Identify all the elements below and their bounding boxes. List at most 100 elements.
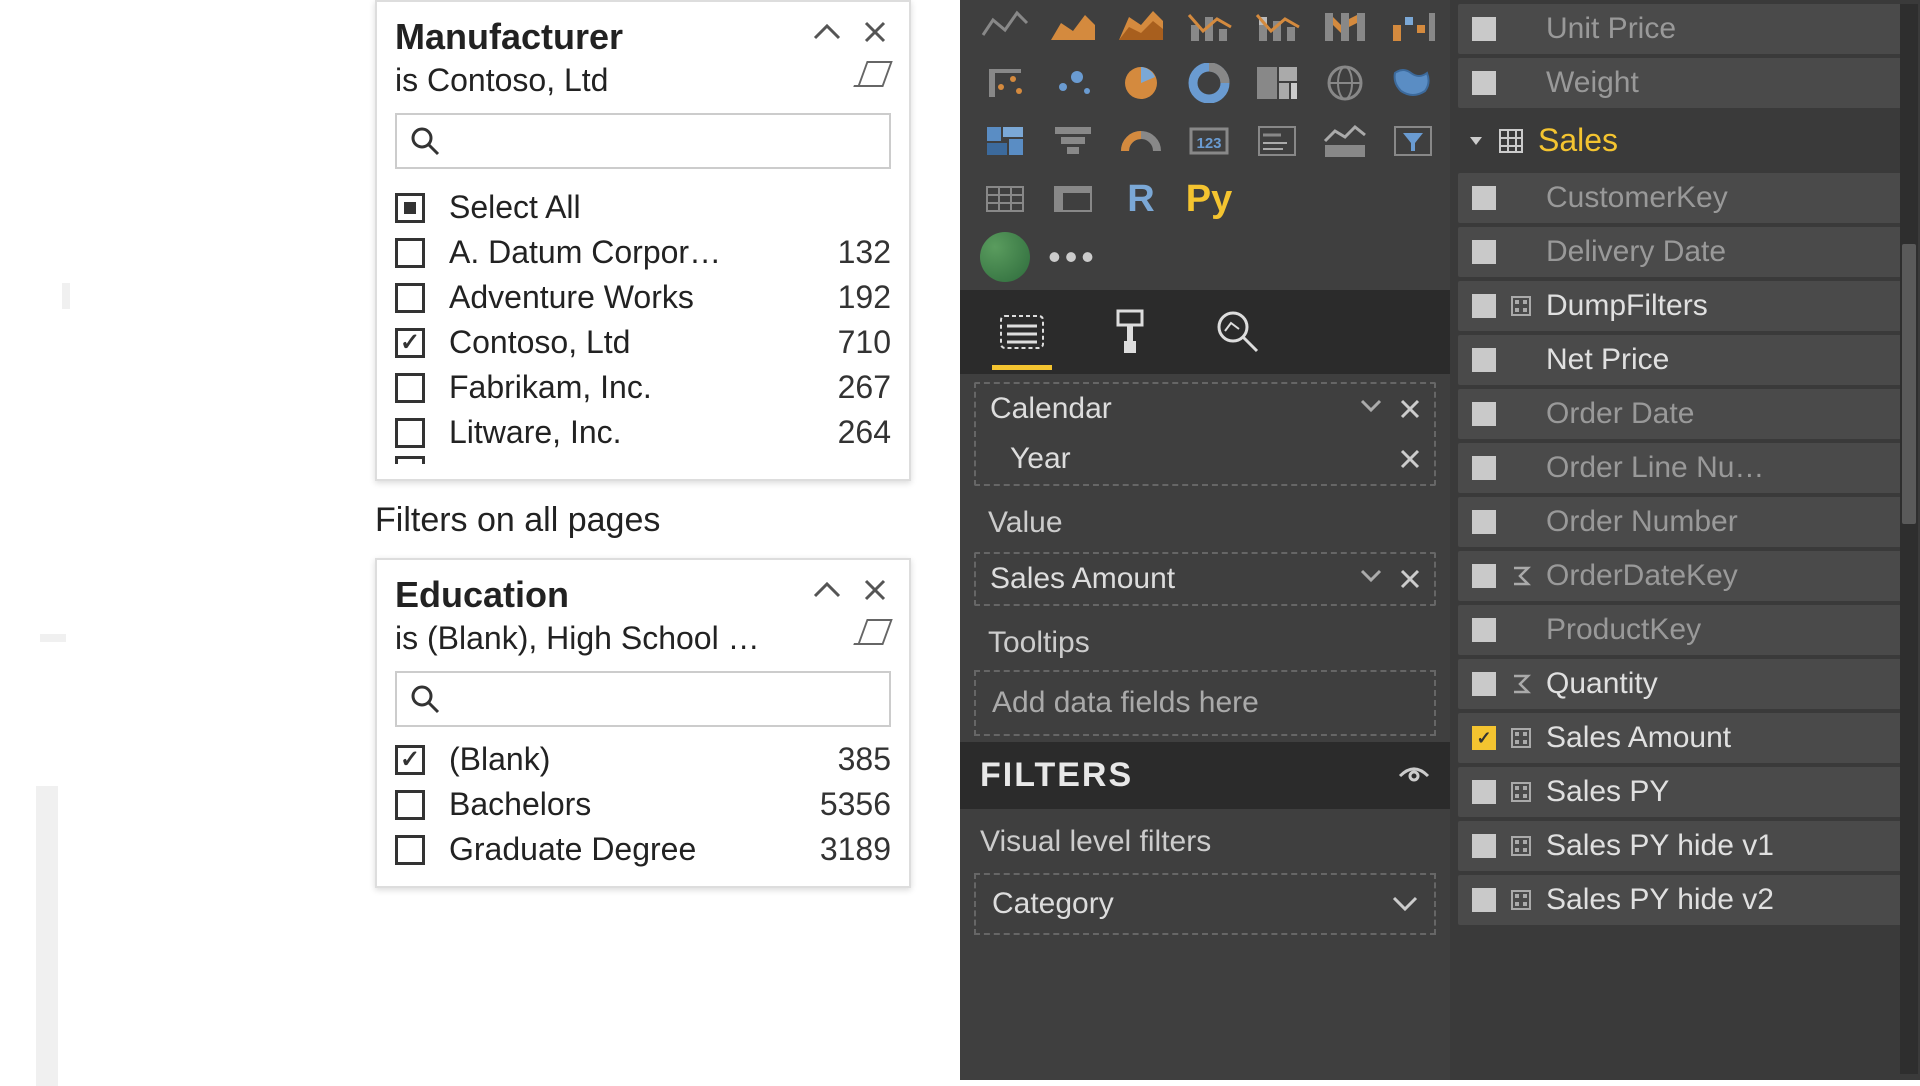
well-item-calendar[interactable]: Calendar [976,384,1434,434]
field-item[interactable]: ✓Sales Amount [1458,713,1912,763]
checkbox[interactable] [395,373,425,403]
close-icon[interactable] [1400,569,1420,589]
eraser-icon[interactable] [859,616,891,648]
field-item[interactable]: CustomerKey [1458,173,1912,223]
viz-r-script-icon[interactable]: R [1110,174,1172,224]
field-checkbox[interactable] [1472,240,1496,264]
viz-filled-map-icon[interactable] [1382,58,1444,108]
field-checkbox[interactable] [1472,17,1496,41]
tab-fields-icon[interactable] [992,304,1052,360]
checkbox[interactable] [395,283,425,313]
field-checkbox[interactable] [1472,186,1496,210]
viz-matrix-icon[interactable] [1042,174,1104,224]
filter-item[interactable]: (Blank) 385 [395,743,891,782]
field-checkbox[interactable] [1472,348,1496,372]
viz-shape-map-icon[interactable] [974,116,1036,166]
viz-stacked-area-chart-icon[interactable] [1110,0,1172,50]
viz-donut-chart-icon[interactable] [1178,58,1240,108]
viz-combo-chart-icon[interactable] [1178,0,1240,50]
viz-combo-stacked-icon[interactable] [1246,0,1308,50]
viz-more-icon[interactable]: ••• [1042,232,1104,282]
filter-select-all[interactable]: Select All [395,185,891,230]
viz-kpi-icon[interactable] [1314,116,1376,166]
viz-pie-chart-icon[interactable] [1110,58,1172,108]
well-item-year[interactable]: Year [976,434,1434,484]
checkbox-checked[interactable] [395,328,425,358]
search-field[interactable] [449,683,877,715]
filter-item[interactable]: A. Datum Corpor… 132 [395,230,891,275]
field-item[interactable]: Quantity [1458,659,1912,709]
search-field[interactable] [449,125,877,157]
checkbox-select-all[interactable] [395,193,425,223]
field-item[interactable]: DumpFilters [1458,281,1912,331]
field-checkbox[interactable] [1472,888,1496,912]
field-item[interactable]: Sales PY hide v2 [1458,875,1912,925]
filter-item-truncated[interactable] [395,455,891,465]
close-icon[interactable] [859,16,891,48]
field-item[interactable]: Sales PY [1458,767,1912,817]
field-checkbox[interactable] [1472,456,1496,480]
chevron-down-icon[interactable] [1360,399,1382,413]
well-item-sales-amount[interactable]: Sales Amount [976,554,1434,604]
eye-icon[interactable] [1398,764,1430,788]
selection-handle[interactable] [40,634,66,642]
tab-analytics-icon[interactable] [1208,304,1268,360]
scrollbar[interactable] [1900,4,1918,1074]
table-header-sales[interactable]: Sales [1450,112,1920,169]
viz-area-chart-icon[interactable] [1042,0,1104,50]
checkbox[interactable] [395,790,425,820]
field-item[interactable]: ProductKey [1458,605,1912,655]
checkbox[interactable] [395,238,425,268]
viz-line-chart-icon[interactable] [974,0,1036,50]
field-item[interactable]: Weight [1458,58,1912,108]
field-checkbox[interactable] [1472,402,1496,426]
filter-item[interactable]: Contoso, Ltd 710 [395,320,891,365]
field-checkbox[interactable] [1472,564,1496,588]
field-item[interactable]: Order Date [1458,389,1912,439]
viz-table-icon[interactable] [974,174,1036,224]
field-checkbox[interactable]: ✓ [1472,726,1496,750]
filter-slot-category[interactable]: Category [974,873,1436,935]
viz-ribbon-chart-icon[interactable] [1314,0,1376,50]
field-item[interactable]: Order Line Nu… [1458,443,1912,493]
close-icon[interactable] [859,574,891,606]
filters-section-header[interactable]: FILTERS [960,742,1450,809]
field-item[interactable]: Net Price [1458,335,1912,385]
well-tooltips-placeholder[interactable]: Add data fields here [974,670,1436,736]
viz-treemap-icon[interactable] [1246,58,1308,108]
field-checkbox[interactable] [1472,71,1496,95]
tab-format-icon[interactable] [1100,304,1160,360]
collapse-arrow-icon[interactable] [1468,133,1484,149]
viz-multi-row-card-icon[interactable] [1246,116,1308,166]
collapse-icon[interactable] [811,16,843,48]
field-item[interactable]: Delivery Date [1458,227,1912,277]
filter-item[interactable]: Adventure Works 192 [395,275,891,320]
collapse-icon[interactable] [811,574,843,606]
checkbox[interactable] [395,456,425,464]
field-checkbox[interactable] [1472,294,1496,318]
viz-slicer-icon[interactable] [1382,116,1444,166]
field-checkbox[interactable] [1472,672,1496,696]
field-item[interactable]: Sales PY hide v1 [1458,821,1912,871]
field-checkbox[interactable] [1472,834,1496,858]
filter-item[interactable]: Fabrikam, Inc. 267 [395,365,891,410]
chevron-down-icon[interactable] [1360,569,1382,583]
viz-card-icon[interactable]: 123 [1178,116,1240,166]
field-checkbox[interactable] [1472,510,1496,534]
checkbox[interactable] [395,418,425,448]
viz-map-icon[interactable] [1314,58,1376,108]
selection-handle[interactable] [36,786,58,1086]
checkbox-checked[interactable] [395,745,425,775]
viz-arcgis-icon[interactable] [974,232,1036,282]
viz-gauge-icon[interactable] [1110,116,1172,166]
eraser-icon[interactable] [859,58,891,90]
filter-item[interactable]: Bachelors 5356 [395,782,891,827]
viz-funnel-icon[interactable] [1042,116,1104,166]
close-icon[interactable] [1400,449,1420,469]
viz-python-icon[interactable]: Py [1178,174,1240,224]
viz-treemap-icon[interactable] [974,58,1036,108]
filter-search-input[interactable] [395,113,891,169]
close-icon[interactable] [1400,399,1420,419]
scrollbar-thumb[interactable] [1902,244,1916,524]
field-item[interactable]: Order Number [1458,497,1912,547]
